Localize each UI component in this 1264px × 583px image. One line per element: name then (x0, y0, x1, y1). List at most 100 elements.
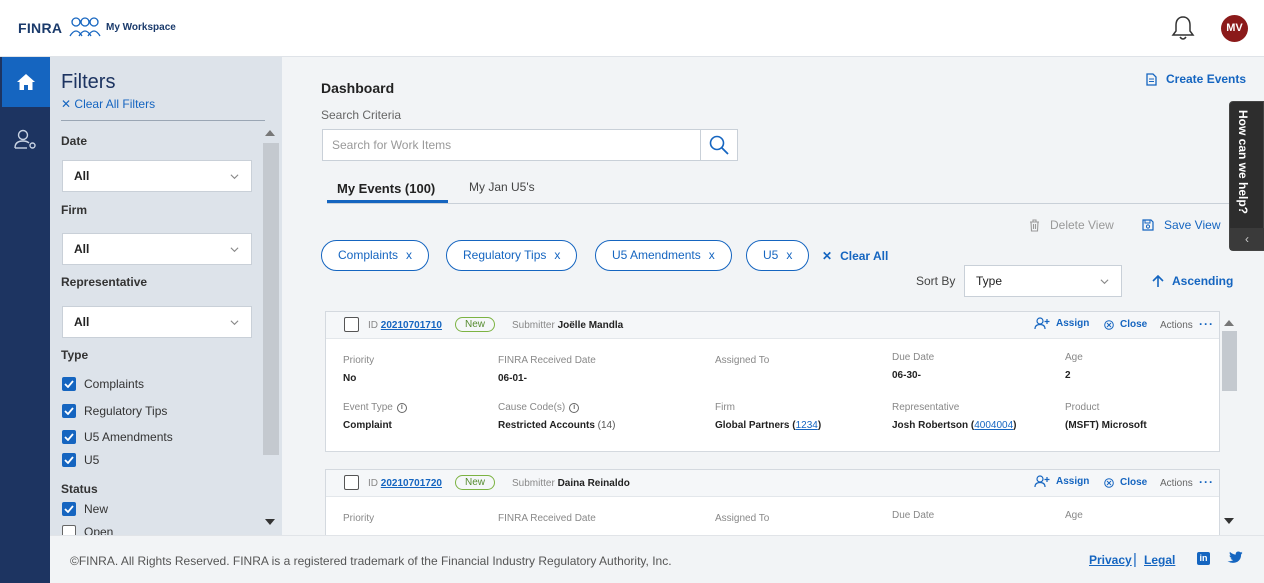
card-select-checkbox[interactable] (344, 317, 359, 332)
add-user-icon (1034, 317, 1050, 330)
field-label: Assigned To (715, 513, 770, 524)
info-icon[interactable]: i (396, 402, 407, 413)
filter-chip-u5[interactable]: U5 x (746, 240, 810, 271)
event-type-field: Event Type i Complaint (343, 402, 407, 431)
representative-filter-select[interactable]: All (62, 306, 252, 338)
tab-my-events[interactable]: My Events (100) (337, 181, 435, 196)
checkbox-checked-icon (62, 404, 76, 418)
filters-scrollbar[interactable] (261, 123, 279, 535)
scroll-up-arrow-icon[interactable] (265, 129, 275, 136)
help-tab[interactable]: How can we help? ‹ (1229, 101, 1264, 251)
firm-filter-select[interactable]: All (62, 233, 252, 265)
sort-order-toggle[interactable]: Ascending (1152, 274, 1233, 288)
type-checkbox-u5-amendments[interactable]: U5 Amendments (62, 429, 173, 445)
clear-all-filters-link[interactable]: ✕ Clear All Filters (61, 97, 155, 111)
scroll-down-arrow-icon[interactable] (1224, 518, 1234, 525)
field-label: FINRA Received Date (498, 513, 596, 524)
workspace-label[interactable]: My Workspace (106, 22, 176, 33)
card-submitter: Submitter Daina Reinaldo (512, 478, 630, 489)
field-value: No (343, 373, 357, 384)
field-value: (MSFT) Microsoft (1065, 420, 1147, 431)
close-item-button[interactable]: Close (1104, 319, 1147, 330)
finra-logo[interactable]: FINRA (18, 20, 62, 36)
scroll-down-arrow-icon[interactable] (265, 519, 275, 526)
dashboard-main: Dashboard Create Events Search Criteria … (282, 57, 1264, 535)
field-label: Firm (715, 402, 735, 413)
user-avatar[interactable]: MV (1221, 15, 1248, 42)
rep-id-link[interactable]: 4004004 (974, 420, 1013, 431)
scrollbar-thumb[interactable] (1222, 331, 1237, 391)
search-button[interactable] (700, 129, 738, 161)
workspace-icon[interactable] (68, 16, 102, 38)
card-select-checkbox[interactable] (344, 475, 359, 490)
type-checkbox-regulatory-tips[interactable]: Regulatory Tips (62, 403, 167, 419)
field-label: Product (1065, 402, 1100, 413)
close-item-button[interactable]: Close (1104, 477, 1147, 488)
info-icon[interactable]: i (569, 402, 580, 413)
more-options-icon[interactable]: ··· (1199, 475, 1214, 489)
firm-id-link[interactable]: 1234 (796, 420, 818, 431)
close-icon: ✕ (822, 249, 833, 263)
document-icon (1146, 72, 1157, 86)
field-label: Cause Code(s) (498, 402, 566, 413)
active-tab-underline (327, 200, 448, 203)
sort-order-label: Ascending (1172, 274, 1234, 288)
chip-remove-icon[interactable]: x (709, 248, 715, 262)
legal-link[interactable]: Legal (1144, 553, 1175, 567)
chevron-left-icon[interactable]: ‹ (1230, 228, 1264, 250)
submitter-label: Submitter (512, 478, 555, 489)
filter-chip-regulatory-tips[interactable]: Regulatory Tips x (446, 240, 578, 271)
more-options-icon[interactable]: ··· (1199, 317, 1214, 331)
chevron-down-icon (230, 247, 239, 253)
help-tab-label: How can we help? (1236, 110, 1250, 215)
filter-chip-complaints[interactable]: Complaints x (321, 240, 430, 271)
create-events-button[interactable]: Create Events (1146, 72, 1246, 86)
actions-label[interactable]: Actions (1160, 320, 1193, 331)
search-input[interactable]: Search for Work Items (322, 129, 701, 161)
clear-all-chips-button[interactable]: ✕ Clear All (822, 249, 888, 263)
age-field: Age 2 (1065, 352, 1083, 381)
save-view-button[interactable]: Save View (1142, 218, 1220, 232)
priority-field: Priority No (343, 355, 374, 384)
cause-code-field: Cause Code(s) i Restricted Accounts (14) (498, 402, 615, 431)
scroll-up-arrow-icon[interactable] (1224, 319, 1234, 326)
field-value: 06-01- (498, 373, 527, 384)
field-label: Due Date (892, 352, 935, 363)
status-checkbox-open[interactable]: Open (62, 524, 113, 535)
card-id-link[interactable]: 20210701720 (381, 478, 442, 489)
user-settings-icon[interactable] (14, 129, 38, 151)
sort-by-select[interactable]: Type (964, 265, 1122, 297)
actions-label[interactable]: Actions (1160, 478, 1193, 489)
tab-my-jan-u5s[interactable]: My Jan U5's (469, 180, 535, 194)
save-view-label: Save View (1164, 218, 1221, 232)
age-field: Age (1065, 510, 1083, 521)
status-badge: New (455, 475, 496, 490)
type-checkbox-complaints[interactable]: Complaints (62, 376, 144, 392)
type-checkbox-u5[interactable]: U5 (62, 452, 99, 468)
chip-remove-icon[interactable]: x (406, 248, 412, 262)
delete-view-button[interactable]: Delete View (1029, 218, 1114, 232)
close-label: Close (1120, 477, 1148, 488)
status-checkbox-new[interactable]: New (62, 501, 108, 517)
date-filter-select[interactable]: All (62, 160, 252, 192)
card-submitter: Submitter Joëlle Mandla (512, 320, 623, 331)
firm-field: Firm Global Partners (1234) (715, 402, 822, 431)
twitter-icon[interactable] (1227, 551, 1243, 565)
status-option-label: Open (84, 525, 114, 535)
copyright-text: ©FINRA. All Rights Reserved. FINRA is a … (70, 554, 672, 568)
card-id-link[interactable]: 20210701710 (381, 320, 442, 331)
home-nav-button[interactable] (2, 57, 50, 107)
cards-scrollbar[interactable] (1220, 316, 1238, 530)
notifications-bell-icon[interactable] (1170, 14, 1196, 42)
privacy-link[interactable]: Privacy (1089, 553, 1132, 567)
filters-title: Filters (61, 71, 116, 93)
filter-chip-u5-amendments[interactable]: U5 Amendments x (595, 240, 732, 271)
scrollbar-thumb[interactable] (263, 143, 279, 455)
assign-button[interactable]: Assign (1034, 475, 1089, 488)
chip-remove-icon[interactable]: x (554, 248, 560, 262)
chip-remove-icon[interactable]: x (786, 248, 792, 262)
chip-label: Regulatory Tips (463, 248, 547, 262)
assign-button[interactable]: Assign (1034, 317, 1089, 330)
linkedin-icon[interactable]: in (1197, 552, 1210, 565)
search-icon (709, 135, 729, 155)
